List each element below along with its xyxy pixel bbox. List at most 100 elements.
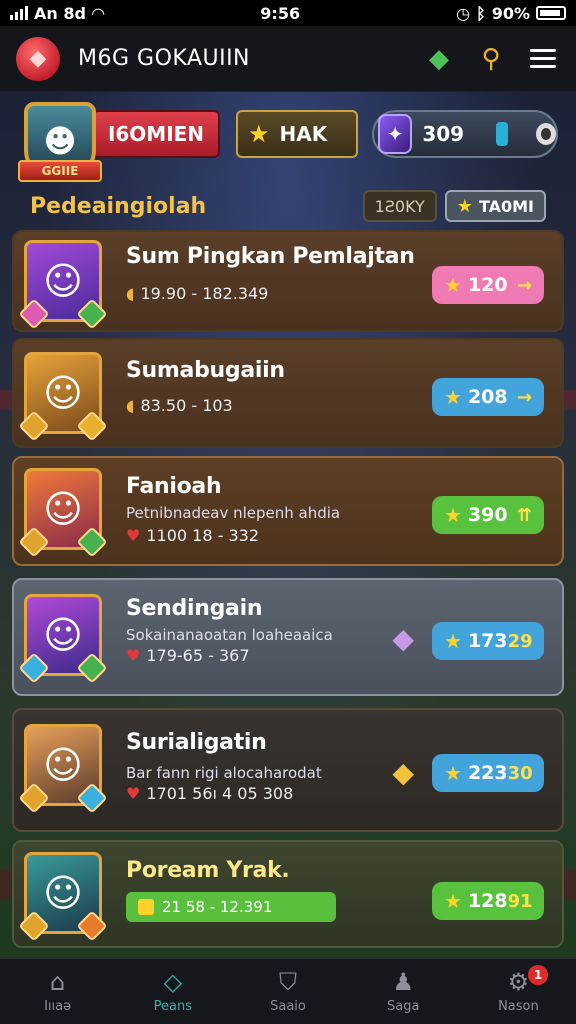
item-subtitle: Petnibnadeav nlepenh ahdia xyxy=(126,504,341,522)
item-title: Fanioah xyxy=(126,474,222,499)
gem-icon: ◇ xyxy=(163,968,183,996)
badge-icon xyxy=(76,782,108,814)
item-title: Sendingain xyxy=(126,596,263,621)
nav-gems[interactable]: ◇ Peans xyxy=(115,959,230,1024)
app-title: M6G GOKAUIIN xyxy=(78,46,251,71)
item-meta-text: 83.50 - 103 xyxy=(140,396,233,415)
item-meta: ◖ 19.90 - 182.349 xyxy=(126,284,268,303)
button-extra: 91 xyxy=(507,890,533,912)
nav-label: Iııaə xyxy=(44,999,72,1014)
button-value: 208 xyxy=(467,386,508,408)
character-portrait-icon: ☺ xyxy=(43,371,83,415)
arrow-icon: → xyxy=(516,386,532,408)
notification-badge: 1 xyxy=(528,965,549,985)
rank-button[interactable]: I6OMIEN xyxy=(92,110,220,158)
item-meta-text: 1701 56ı 4 05 308 xyxy=(146,784,294,803)
heart-icon: ♥ xyxy=(126,784,141,803)
progress-bar: 21 58 - 12.391 xyxy=(126,892,336,922)
app-logo-icon[interactable]: ◆ xyxy=(16,36,60,81)
item-meta-text: 19.90 - 182.349 xyxy=(140,284,269,303)
button-value: 173 xyxy=(467,630,508,652)
nav-label: Nason xyxy=(498,999,539,1014)
character-avatar: ☺ xyxy=(18,352,108,442)
claim-button[interactable]: ★ 390 ⇈ xyxy=(432,496,544,534)
character-portrait-icon: ☺ xyxy=(43,743,83,787)
crystal-value: 309 xyxy=(422,122,465,146)
gold-currency[interactable]: ★ HAK xyxy=(236,110,358,158)
claim-button[interactable]: ★ 173 29 xyxy=(432,622,544,660)
settings-icon: ⚙ xyxy=(507,968,530,996)
nav-profile[interactable]: ♟ Saga xyxy=(346,959,461,1024)
character-portrait-icon: ☺ xyxy=(43,613,83,657)
wifi-icon: ◠ xyxy=(91,3,105,23)
upgrade-icon: ⇈ xyxy=(516,504,532,526)
star-icon: ★ xyxy=(248,120,270,148)
character-avatar: ☺ xyxy=(18,724,108,814)
nav-home[interactable]: ⌂ Iııaə xyxy=(0,959,115,1024)
list-item[interactable]: ☺ Sendingain Sokainanaoatan loaheaaica ♥… xyxy=(12,578,564,696)
sort-button[interactable]: ★ TA0MI xyxy=(444,190,546,222)
nav-shield[interactable]: ⛉ Saaio xyxy=(230,959,345,1024)
player-portrait-icon: ☻ xyxy=(43,122,77,160)
claim-button[interactable]: ★ 208 → xyxy=(432,378,544,416)
list-item[interactable]: ☺ Sum Pingkan Pemlajtan ◖ 19.90 - 182.34… xyxy=(12,230,564,332)
badge-icon xyxy=(18,910,50,942)
heart-icon: ♥ xyxy=(126,646,141,665)
clock: 9:56 xyxy=(260,3,301,23)
event-list: Pedeaingiolah 1Ƨ0KY ★ TA0MI ☺ Sum Pingka… xyxy=(12,178,564,948)
list-item[interactable]: ☺ Fanioah Petnibnadeav nlepenh ahdia ♥ 1… xyxy=(12,456,564,566)
badge-icon xyxy=(76,910,108,942)
item-meta: ◖ 83.50 - 103 xyxy=(126,396,233,415)
nav-label: Saga xyxy=(386,999,420,1014)
battery-label: 90% xyxy=(491,3,530,23)
item-meta: ♥ 179-65 - 367 xyxy=(126,646,250,665)
badge-icon xyxy=(18,782,50,814)
star-icon: ★ xyxy=(444,629,462,653)
button-value: 120 xyxy=(467,274,508,296)
resource-bar: I6OMIEN ★ HAK ✦ 309 ☻ GGIIE xyxy=(14,100,562,182)
token-icon xyxy=(138,899,154,915)
gold-ore-icon: ◆ xyxy=(392,756,414,789)
claim-button[interactable]: ★ 120 → xyxy=(432,266,544,304)
button-extra: 30 xyxy=(507,762,533,784)
crystal-currency[interactable]: ✦ 309 xyxy=(372,110,558,158)
item-title: Surialigatin xyxy=(126,730,267,755)
button-extra: 29 xyxy=(507,630,533,652)
search-icon[interactable]: ⚲ xyxy=(474,42,508,76)
list-item[interactable]: ☺ Surialigatin Bar fann rigi alocaharoda… xyxy=(12,708,564,832)
menu-button[interactable] xyxy=(526,42,560,76)
star-icon: ★ xyxy=(444,503,462,527)
item-meta-text: 179-65 - 367 xyxy=(146,646,250,665)
alarm-icon: ◷ xyxy=(456,3,471,23)
item-title: Sum Pingkan Pemlajtan xyxy=(126,244,415,269)
coin-icon: ◖ xyxy=(126,284,135,303)
badge-icon xyxy=(18,652,50,684)
heart-icon: ♥ xyxy=(126,526,141,545)
ring-icon xyxy=(535,123,556,145)
star-icon: ★ xyxy=(444,273,462,297)
crystal-icon: ◆ xyxy=(392,622,414,655)
bottom-nav: ⌂ Iııaə ◇ Peans ⛉ Saaio ♟ Saga ⚙ Nason 1 xyxy=(0,958,576,1024)
list-item[interactable]: ☺ Sumabugaiin ◖ 83.50 - 103 ★ 208 → xyxy=(12,338,564,448)
gold-label: HAK xyxy=(279,122,328,146)
nav-settings[interactable]: ⚙ Nason 1 xyxy=(461,959,576,1024)
item-meta-text: 1100 18 - 332 xyxy=(146,526,259,545)
claim-button[interactable]: ★ 128 91 xyxy=(432,882,544,920)
battery-icon xyxy=(535,6,566,20)
badge-icon xyxy=(18,298,50,330)
star-icon: ★ xyxy=(444,761,462,785)
sort-label: TA0MI xyxy=(478,196,534,216)
gem-icon[interactable]: ◆ xyxy=(422,42,456,76)
button-value: 128 xyxy=(467,890,508,912)
section-title: Pedeaingiolah xyxy=(30,193,207,219)
character-avatar: ☺ xyxy=(18,852,108,942)
star-icon: ★ xyxy=(444,889,462,913)
filter-button[interactable]: 1Ƨ0KY xyxy=(362,190,437,222)
nav-label: Saaio xyxy=(270,999,306,1014)
progress-text: 21 58 - 12.391 xyxy=(162,898,273,916)
claim-button[interactable]: ★ 223 30 xyxy=(432,754,544,792)
character-avatar: ☺ xyxy=(18,240,108,330)
star-icon: ★ xyxy=(444,385,462,409)
item-title: Poream Yrak. xyxy=(126,858,290,883)
list-item[interactable]: ☺ Poream Yrak. 21 58 - 12.391 ★ 128 91 xyxy=(12,840,564,948)
